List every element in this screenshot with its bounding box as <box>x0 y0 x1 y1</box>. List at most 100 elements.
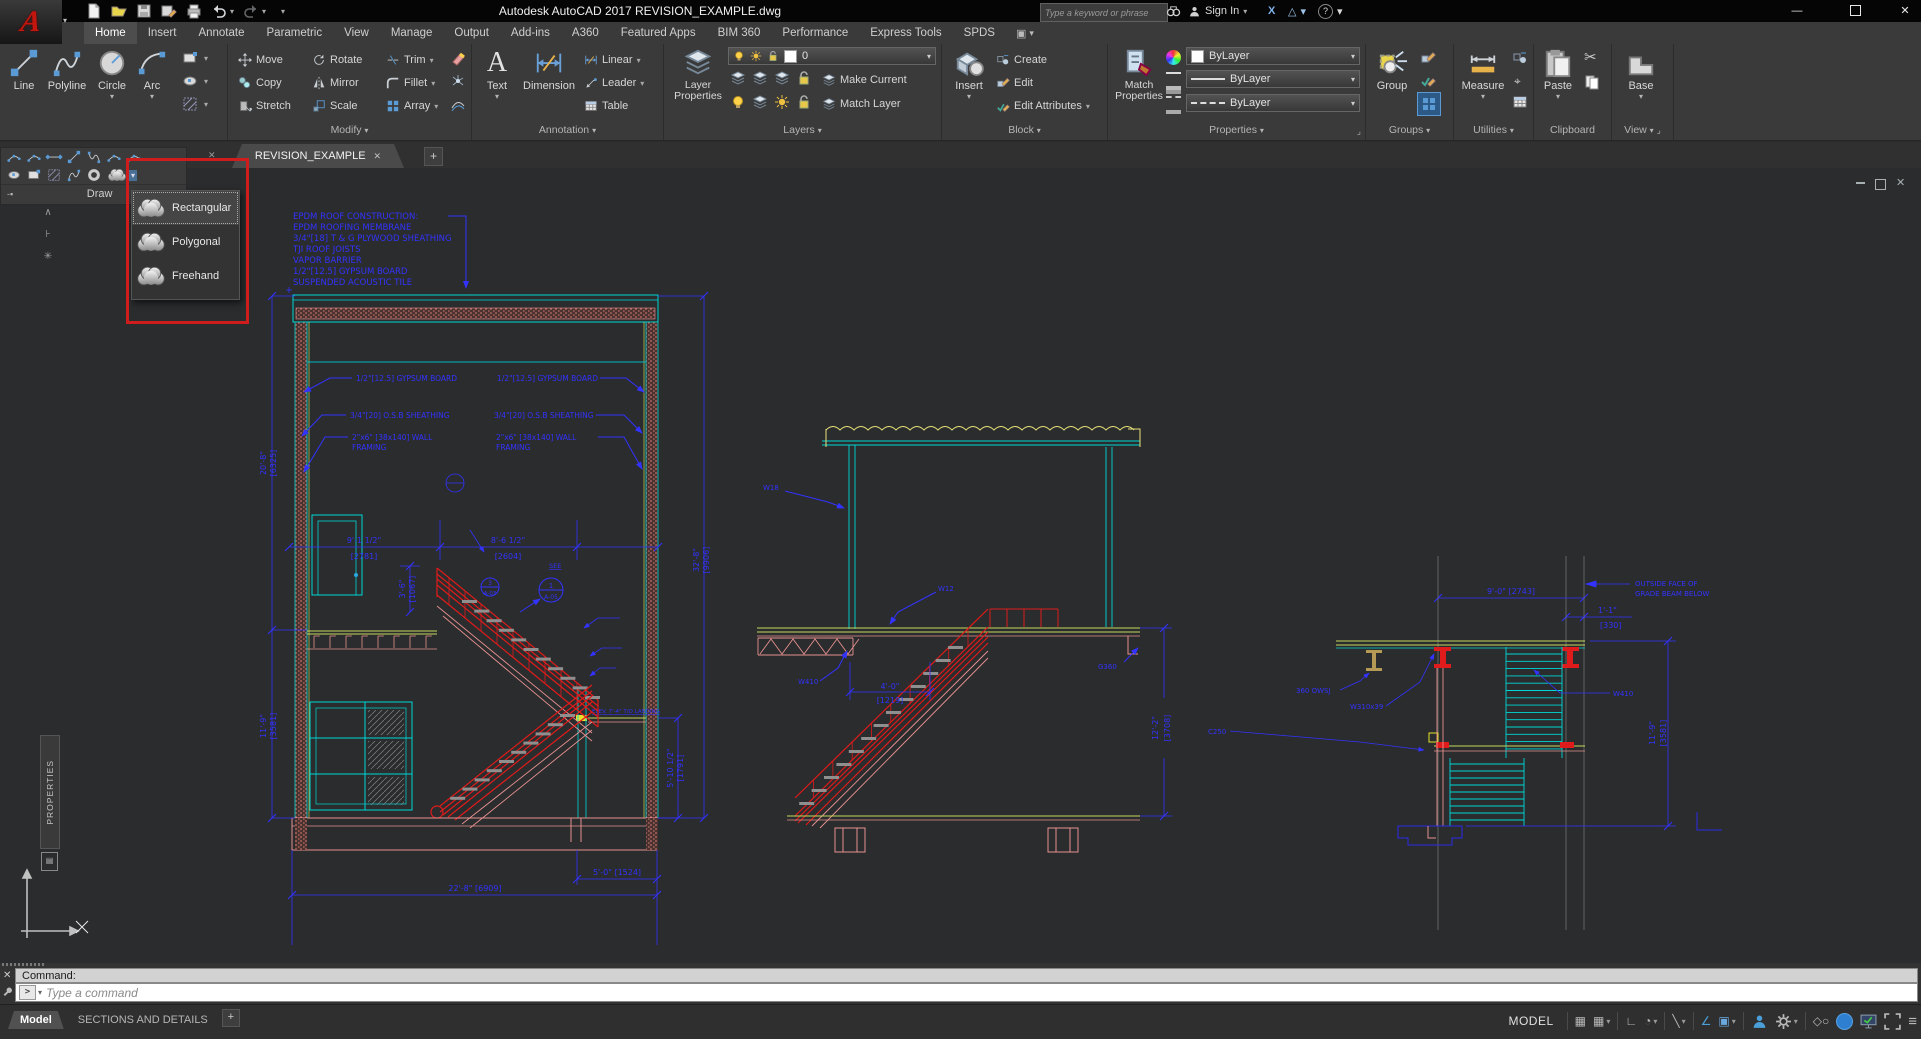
linetype-icon[interactable] <box>1166 96 1181 110</box>
match-properties-button[interactable]: MatchProperties <box>1114 47 1164 102</box>
annotation-monitor-icon[interactable] <box>1860 1013 1877 1030</box>
quick-calc-icon[interactable] <box>1512 94 1528 110</box>
a360-icon[interactable]: △▾ <box>1288 3 1306 19</box>
command-input[interactable]: > ▾ Type a command <box>15 983 1918 1002</box>
drawing-restore-icon[interactable] <box>1875 179 1886 190</box>
tab-spds[interactable]: SPDS <box>953 22 1006 44</box>
layer-combo-dropdown-icon[interactable]: ▾ <box>927 52 931 61</box>
save-as-icon[interactable] <box>161 3 177 19</box>
ribbon-display-toggle[interactable]: ▣▾ <box>1006 22 1044 44</box>
layer-select-combo[interactable]: 0 ▾ <box>728 47 936 65</box>
tab-addins[interactable]: Add-ins <box>500 22 561 44</box>
restore-button[interactable] <box>1840 2 1870 20</box>
object-snap-tracking-toggle[interactable]: ∠ <box>1701 1014 1712 1028</box>
linear-button[interactable]: Linear▾ <box>584 52 641 68</box>
layout-tab-sections[interactable]: SECTIONS AND DETAILS <box>66 1011 220 1029</box>
linetype-combo[interactable]: ByLayer▾ <box>1186 94 1360 112</box>
tab-annotate[interactable]: Annotate <box>187 22 255 44</box>
ray-icon[interactable] <box>44 147 64 167</box>
drawing-minimize-icon[interactable] <box>1856 182 1865 184</box>
view-panel-label[interactable]: View ▾ ⌟ <box>1612 124 1673 139</box>
tab-express-tools[interactable]: Express Tools <box>859 22 952 44</box>
tab-parametric[interactable]: Parametric <box>256 22 334 44</box>
workspace-switching-icon[interactable]: ◇○ <box>1813 1014 1829 1028</box>
quick-select-icon[interactable] <box>1512 50 1528 66</box>
layer-freeze-icon[interactable] <box>774 70 790 86</box>
group-selection-toggle[interactable] <box>1417 92 1441 116</box>
layer-on-bulb-icon[interactable] <box>733 50 745 62</box>
annotation-visibility-icon[interactable] <box>1751 1013 1768 1030</box>
wipeout-icon[interactable] <box>27 168 41 182</box>
table-button[interactable]: Table <box>584 98 628 114</box>
layers-panel-label[interactable]: Layers ▾ <box>664 124 941 139</box>
id-point-icon[interactable]: ⌖ <box>1514 74 1521 89</box>
tab-view[interactable]: View <box>333 22 380 44</box>
erase-icon[interactable] <box>450 50 466 66</box>
collapse-icon[interactable]: ∧ <box>38 202 58 224</box>
annotation-panel-label[interactable]: Annotation ▾ <box>472 124 663 139</box>
isometric-drafting-toggle[interactable]: ╲▾ <box>1672 1014 1685 1028</box>
clean-screen-icon[interactable] <box>1884 1013 1901 1030</box>
command-customize-icon[interactable] <box>2 987 14 999</box>
layer-lock-toggle-icon[interactable] <box>796 70 812 86</box>
save-icon[interactable] <box>136 3 152 19</box>
spline-fit-icon[interactable] <box>27 150 41 164</box>
rectangle-dropdown-icon[interactable]: ▾ <box>204 54 208 63</box>
tab-a360[interactable]: A360 <box>561 22 610 44</box>
tab-output[interactable]: Output <box>443 22 500 44</box>
drawing-close-icon[interactable]: ✕ <box>1896 176 1905 189</box>
tab-featured-apps[interactable]: Featured Apps <box>610 22 707 44</box>
layer-properties-button[interactable]: LayerProperties <box>670 47 726 102</box>
utilities-panel-label[interactable]: Utilities ▾ <box>1454 124 1533 139</box>
properties-panel-label[interactable]: Properties ▾ <box>1108 124 1365 139</box>
hatch-icon[interactable] <box>182 96 198 112</box>
paste-button[interactable]: Paste▾ <box>1538 48 1578 99</box>
stretch-button[interactable]: Stretch <box>238 98 291 114</box>
layer-lock-icon[interactable] <box>767 50 779 62</box>
redo-dropdown-icon[interactable]: ▾ <box>262 7 266 16</box>
lineweight-combo[interactable]: ByLayer▾ <box>1186 70 1360 88</box>
layer-isolate-icon[interactable] <box>752 70 768 86</box>
drawing-tab-revision-example[interactable]: REVISION_EXAMPLE ✕ <box>232 144 404 168</box>
lineweight-icon[interactable] <box>1166 72 1181 86</box>
offset-icon[interactable] <box>450 96 466 112</box>
command-close-icon[interactable]: ✕ <box>3 970 11 981</box>
layer-freeze-sun-icon[interactable] <box>750 50 762 62</box>
measure-button[interactable]: Measure▾ <box>1458 48 1508 99</box>
layer-color-swatch[interactable] <box>784 50 797 63</box>
tab-insert[interactable]: Insert <box>137 22 188 44</box>
clipboard-panel-label[interactable]: Clipboard <box>1534 124 1611 139</box>
modify-panel-label[interactable]: Modify ▾ <box>228 124 471 139</box>
rectangle-icon[interactable] <box>182 50 198 66</box>
application-menu-button[interactable]: A <box>0 0 62 44</box>
layer-off-icon[interactable] <box>730 70 746 86</box>
layout-tab-model[interactable]: Model <box>8 1011 64 1029</box>
new-drawing-tab-button[interactable]: + <box>424 147 443 166</box>
layer-unlock-icon[interactable] <box>796 94 812 110</box>
search-icon[interactable] <box>1166 3 1181 19</box>
3d-polyline-icon[interactable] <box>67 168 81 182</box>
move-button[interactable]: Move <box>238 52 283 68</box>
ellipse-icon[interactable] <box>182 73 198 89</box>
help-icon[interactable]: ? ▾ <box>1318 3 1343 19</box>
properties-palette-icon[interactable]: ▤ <box>41 852 58 871</box>
object-snap-toggle[interactable]: ▣▾ <box>1718 1014 1735 1028</box>
properties-dialog-launcher-icon[interactable]: ⌟ <box>1357 126 1361 137</box>
search-input[interactable]: Type a keyword or phrase <box>1040 3 1168 22</box>
group-edit-icon[interactable] <box>1420 72 1436 88</box>
application-menu-arrow-icon[interactable]: ▾ <box>63 16 67 25</box>
edit-block-button[interactable]: Edit <box>996 75 1033 91</box>
open-file-icon[interactable] <box>111 3 127 19</box>
sign-in-label[interactable]: Sign In <box>1205 5 1239 17</box>
multiple-points-icon[interactable] <box>7 150 21 164</box>
donut-icon[interactable] <box>87 168 101 182</box>
tab-home[interactable]: Home <box>84 22 137 44</box>
array-button[interactable]: Array▾ <box>386 98 438 114</box>
qat-customize-icon[interactable]: ▾ <box>281 7 285 16</box>
make-current-button[interactable]: Make Current <box>822 72 907 88</box>
text-button[interactable]: A Text▾ <box>480 48 514 99</box>
mirror-button[interactable]: Mirror <box>312 75 359 91</box>
copy-clip-icon[interactable] <box>1584 74 1600 90</box>
group-button[interactable]: Group <box>1372 48 1412 92</box>
line-button[interactable]: Line <box>6 48 42 92</box>
